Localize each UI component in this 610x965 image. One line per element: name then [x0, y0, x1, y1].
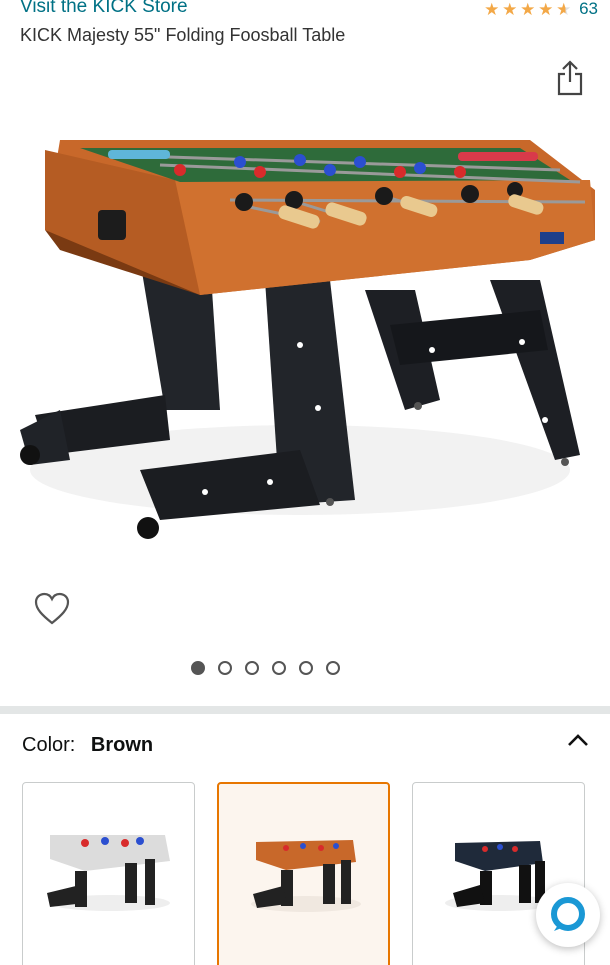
brown-table-thumbnail — [251, 840, 361, 912]
carousel-indicator — [0, 661, 610, 675]
color-label: Color: — [22, 734, 76, 756]
carousel-dot[interactable] — [271, 661, 286, 675]
star-rating: ★ ★ ★ ★ ★ — [484, 1, 573, 18]
color-value: Brown — [90, 734, 154, 756]
wishlist-button[interactable] — [34, 592, 70, 626]
carousel-dot[interactable] — [325, 661, 340, 675]
rating-count[interactable]: 63 — [579, 0, 598, 19]
color-selector-header: Color: Brown — [22, 734, 153, 757]
share-button[interactable] — [555, 60, 585, 96]
color-swatches — [22, 782, 585, 965]
rating[interactable]: ★ ★ ★ ★ ★ 63 — [484, 0, 598, 19]
star-icon: ★ — [484, 0, 500, 19]
product-image[interactable] — [0, 110, 610, 560]
carousel-dot[interactable] — [244, 661, 259, 675]
carousel-dot[interactable] — [217, 661, 232, 675]
collapse-button[interactable] — [564, 728, 592, 752]
half-star-icon: ★ — [556, 0, 572, 19]
heart-icon — [34, 592, 70, 625]
share-icon — [557, 60, 583, 96]
star-icon: ★ — [502, 0, 518, 19]
swatch-brown[interactable] — [217, 782, 390, 965]
assistant-button[interactable] — [536, 883, 600, 947]
white-table-thumbnail — [47, 835, 170, 911]
product-title: KICK Majesty 55" Folding Foosball Table — [20, 25, 346, 45]
store-link[interactable]: Visit the KICK Store — [20, 0, 188, 18]
star-icon: ★ — [538, 0, 554, 19]
section-divider — [0, 706, 610, 714]
carousel-dot[interactable] — [190, 661, 205, 675]
star-icon: ★ — [520, 0, 536, 19]
carousel-dot[interactable] — [298, 661, 313, 675]
chevron-up-icon — [568, 734, 588, 746]
swatch-white[interactable] — [22, 782, 195, 965]
chat-icon — [551, 897, 585, 931]
